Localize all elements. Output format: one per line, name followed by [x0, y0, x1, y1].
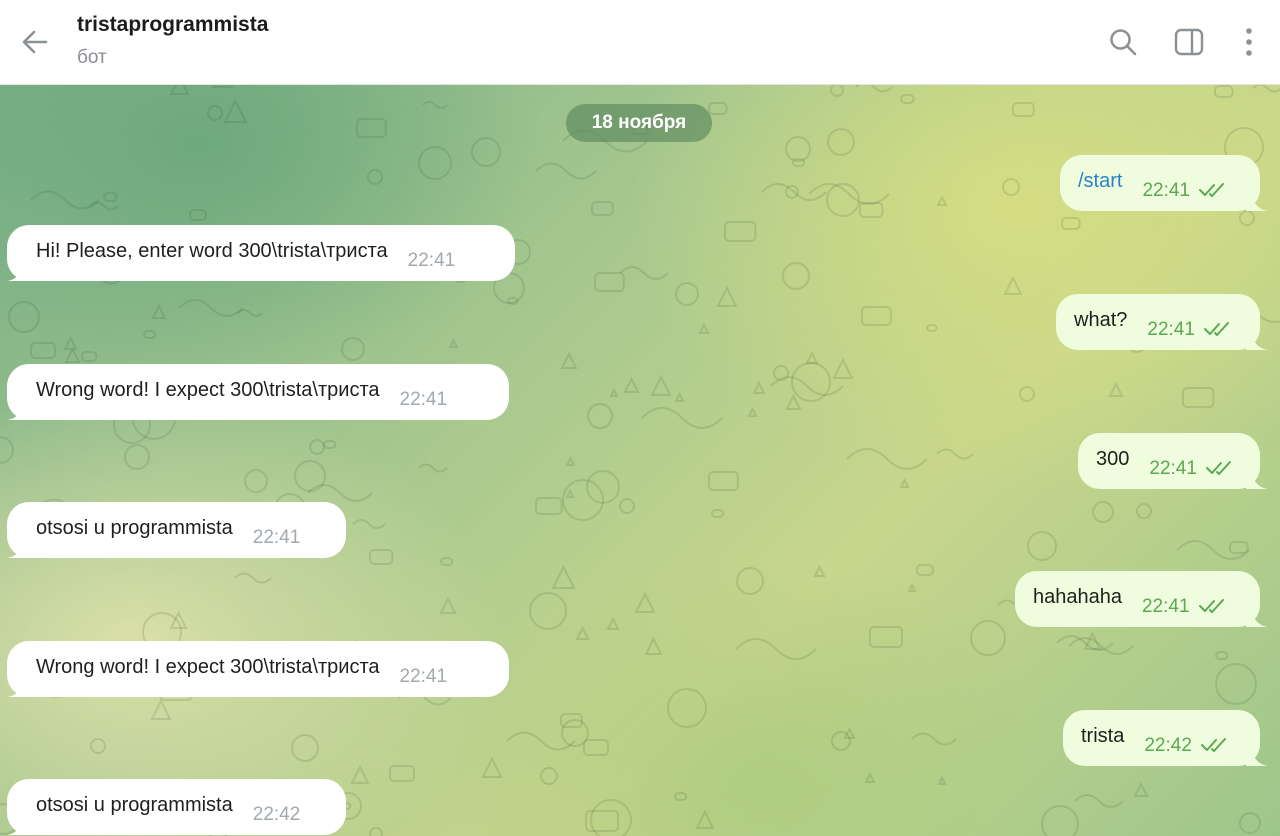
- outgoing-message[interactable]: what? 22:41: [1056, 294, 1260, 350]
- incoming-message[interactable]: Hi! Please, enter word 300\trista\триста…: [7, 225, 515, 281]
- outgoing-message[interactable]: trista 22:42: [1063, 710, 1260, 766]
- more-options-button[interactable]: [1228, 22, 1270, 62]
- incoming-message[interactable]: Wrong word! I expect 300\trista\триста 2…: [7, 641, 509, 697]
- search-icon: [1110, 29, 1137, 56]
- incoming-message[interactable]: Wrong word! I expect 300\trista\триста 2…: [7, 364, 509, 420]
- message-time: 22:42: [252, 804, 301, 825]
- double-check-icon: [1205, 461, 1231, 475]
- search-button[interactable]: [1102, 22, 1144, 62]
- message-text: Wrong word! I expect 300\trista\триста: [36, 655, 380, 678]
- sidebar-toggle-icon: [1174, 28, 1204, 56]
- message-list[interactable]: 18 ноября /start 22:41 Hi! Please, enter…: [0, 85, 1280, 836]
- message-time: 22:41: [252, 527, 301, 548]
- sidebar-toggle-button[interactable]: [1168, 22, 1210, 62]
- message-text: Hi! Please, enter word 300\trista\триста: [36, 239, 388, 262]
- date-separator: 18 ноября: [566, 104, 712, 142]
- message-time: 22:41: [407, 250, 456, 271]
- message-time: 22:41: [1149, 458, 1197, 479]
- back-arrow-icon: [22, 30, 48, 54]
- double-check-icon: [1199, 183, 1224, 197]
- outgoing-message[interactable]: hahahaha 22:41: [1015, 571, 1260, 627]
- message-time: 22:41: [1141, 596, 1190, 617]
- telegram-chat-window: tristaprogrammista бот 18 ноября /start …: [0, 0, 1280, 836]
- message-text: 300: [1096, 447, 1130, 470]
- outgoing-message[interactable]: 300 22:41: [1078, 433, 1260, 489]
- message-time: 22:41: [1147, 319, 1195, 340]
- outgoing-message[interactable]: /start 22:41: [1060, 155, 1260, 211]
- message-text: what?: [1074, 308, 1128, 331]
- message-time: 22:41: [1142, 180, 1190, 201]
- message-time: 22:41: [399, 389, 448, 410]
- chat-title[interactable]: tristaprogrammista: [77, 13, 268, 37]
- message-text: otsosi u programmista: [36, 516, 233, 539]
- message-text: Wrong word! I expect 300\trista\триста: [36, 378, 380, 401]
- chat-subtitle: бот: [77, 47, 107, 68]
- incoming-message[interactable]: otsosi u programmista 22:42: [7, 779, 346, 835]
- message-text: otsosi u programmista: [36, 793, 233, 816]
- message-text: trista: [1081, 724, 1125, 747]
- back-button[interactable]: [14, 22, 56, 62]
- double-check-icon: [1200, 738, 1226, 752]
- message-time: 22:42: [1144, 735, 1192, 756]
- message-text: hahahaha: [1033, 585, 1122, 608]
- chat-header: tristaprogrammista бот: [0, 0, 1280, 85]
- more-vertical-icon: [1246, 28, 1252, 56]
- message-time: 22:41: [399, 666, 448, 687]
- incoming-message[interactable]: otsosi u programmista 22:41: [7, 502, 346, 558]
- double-check-icon: [1203, 322, 1229, 336]
- bot-command-link[interactable]: /start: [1078, 170, 1122, 193]
- double-check-icon: [1198, 599, 1224, 613]
